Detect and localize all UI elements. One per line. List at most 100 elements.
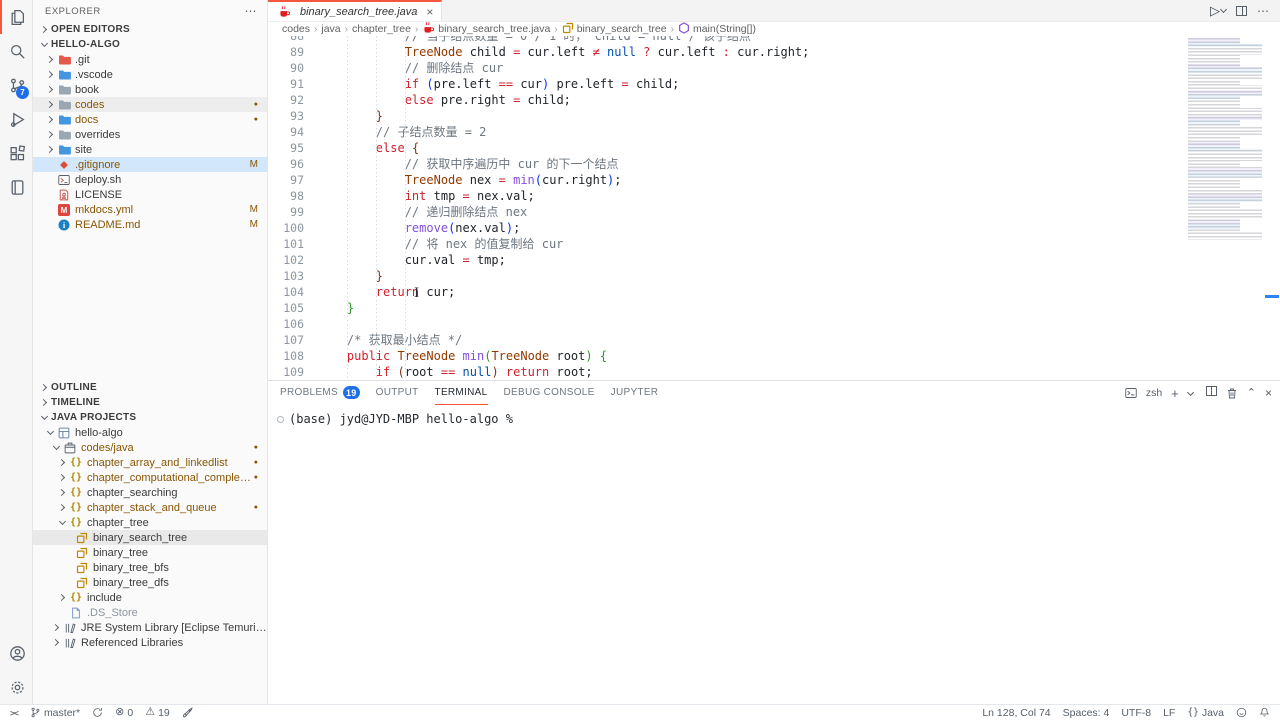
tree-item-hello-algo[interactable]: hello-algo	[33, 425, 267, 440]
tree-item-chapter-tree[interactable]: {}chapter_tree	[33, 515, 267, 530]
tree-item-chapter-computational-complexity[interactable]: {}chapter_computational_complexity●	[33, 470, 267, 485]
panel-tab-terminal[interactable]: TERMINAL	[435, 381, 488, 405]
code-line[interactable]: 97 TreeNode nex = min(cur.right);	[268, 172, 1280, 188]
tree-item-chapter-stack-and-queue[interactable]: {}chapter_stack_and_queue●	[33, 500, 267, 515]
split-terminal-icon[interactable]	[1206, 386, 1217, 396]
panel-tab-jupyter[interactable]: JUPYTER	[611, 381, 659, 405]
chevron-right-icon[interactable]	[44, 143, 57, 156]
chevron-down-icon[interactable]	[44, 426, 57, 439]
rocket-status[interactable]	[182, 707, 194, 719]
tree-item-binary-tree[interactable]: binary_tree	[33, 545, 267, 560]
run-dropdown-icon[interactable]	[1220, 6, 1227, 13]
code-line[interactable]: 107 /* 获取最小结点 */	[268, 332, 1280, 348]
breadcrumb-item[interactable]: binary_search_tree.java	[422, 21, 550, 37]
chevron-right-icon[interactable]	[56, 471, 69, 484]
code-line[interactable]: 94 // 子结点数量 = 2	[268, 124, 1280, 140]
code-line[interactable]: 99 // 递归删除结点 nex	[268, 204, 1280, 220]
extensions-icon[interactable]	[0, 136, 32, 170]
tree-item-overrides[interactable]: overrides	[33, 127, 267, 142]
tree-item-codes-java[interactable]: codes/java●	[33, 440, 267, 455]
breadcrumb-item[interactable]: main(String[])	[678, 22, 756, 37]
code-line[interactable]: 105 }	[268, 300, 1280, 316]
section-outline[interactable]: OUTLINE	[33, 380, 267, 395]
tab-binary-search-tree[interactable]: binary_search_tree.java ×	[268, 0, 442, 21]
chevron-right-icon[interactable]	[56, 486, 69, 499]
code-line[interactable]: 88 // 当子结点数量 = 0 / 1 时， child = null / 该…	[268, 36, 1280, 44]
chevron-right-icon[interactable]	[56, 501, 69, 514]
chevron-right-icon[interactable]	[44, 83, 57, 96]
bell-status[interactable]	[1259, 707, 1270, 718]
split-editor-icon[interactable]	[1236, 6, 1247, 16]
chevron-right-icon[interactable]	[56, 456, 69, 469]
panel-tab-debug-console[interactable]: DEBUG CONSOLE	[504, 381, 595, 405]
code-line[interactable]: 109 if (root == null) return root;	[268, 364, 1280, 380]
minimap[interactable]	[1188, 38, 1262, 240]
tree-item-include[interactable]: {}include	[33, 590, 267, 605]
section-timeline[interactable]: TIMELINE	[33, 395, 267, 410]
status-lf[interactable]: LF	[1163, 707, 1175, 719]
tree-item-mkdocs-yml[interactable]: Mmkdocs.ymlM	[33, 202, 267, 217]
code-line[interactable]: 101 // 将 nex 的值复制给 cur	[268, 236, 1280, 252]
tree-item-chapter-searching[interactable]: {}chapter_searching	[33, 485, 267, 500]
run-button[interactable]: ▷	[1210, 4, 1226, 17]
code-line[interactable]: 102 cur.val = tmp;	[268, 252, 1280, 268]
breadcrumb-item[interactable]: chapter_tree	[352, 23, 411, 35]
tree-item-site[interactable]: site	[33, 142, 267, 157]
chevron-right-icon[interactable]	[44, 68, 57, 81]
remote-status[interactable]: ><	[10, 708, 18, 718]
panel-tab-problems[interactable]: PROBLEMS19	[280, 381, 360, 405]
close-panel-icon[interactable]: ×	[1265, 386, 1272, 400]
code-line[interactable]: 92 else pre.right = child;	[268, 92, 1280, 108]
chevron-right-icon[interactable]	[50, 621, 63, 634]
tree-item-git[interactable]: .git	[33, 52, 267, 67]
tree-item-gitignore[interactable]: .gitignoreM	[33, 157, 267, 172]
status-spaces-4[interactable]: Spaces: 4	[1063, 707, 1110, 719]
code-line[interactable]: 108 public TreeNode min(TreeNode root) {	[268, 348, 1280, 364]
section-open-editors[interactable]: OPEN EDITORS	[33, 22, 267, 37]
code-line[interactable]: 100 remove(nex.val);	[268, 220, 1280, 236]
code-line[interactable]: 103 }	[268, 268, 1280, 284]
chevron-right-icon[interactable]	[38, 381, 51, 394]
breadcrumb-item[interactable]: java	[321, 23, 340, 35]
kill-terminal-icon[interactable]	[1226, 386, 1238, 400]
editor-more-actions-icon[interactable]: ⋯	[1257, 4, 1270, 18]
tree-item-binary-tree-dfs[interactable]: binary_tree_dfs	[33, 575, 267, 590]
code-editor[interactable]: 88 // 当子结点数量 = 0 / 1 时， child = null / 该…	[268, 36, 1280, 380]
chevron-right-icon[interactable]	[44, 53, 57, 66]
chevron-right-icon[interactable]	[56, 591, 69, 604]
code-line[interactable]: 98 int tmp = nex.val;	[268, 188, 1280, 204]
files-icon[interactable]	[0, 0, 32, 34]
shell-label[interactable]: zsh	[1146, 387, 1162, 399]
feedback-status[interactable]	[1236, 707, 1247, 718]
tree-item-binary-search-tree[interactable]: binary_search_tree	[33, 530, 267, 545]
chevron-down-icon[interactable]	[56, 516, 69, 529]
section-hello-algo[interactable]: HELLO-ALGO	[33, 37, 267, 52]
git-branch-status[interactable]: master*	[30, 707, 80, 719]
braces-status[interactable]: {}Java	[1187, 707, 1224, 719]
chevron-right-icon[interactable]	[38, 396, 51, 409]
tree-item-codes[interactable]: codes●	[33, 97, 267, 112]
chevron-down-icon[interactable]	[50, 441, 63, 454]
tree-item-chapter-array-and-linkedlist[interactable]: {}chapter_array_and_linkedlist●	[33, 455, 267, 470]
tree-item-binary-tree-bfs[interactable]: binary_tree_bfs	[33, 560, 267, 575]
code-line[interactable]: 93 }	[268, 108, 1280, 124]
tree-item-license[interactable]: LICENSE	[33, 187, 267, 202]
chevron-right-icon[interactable]	[44, 128, 57, 141]
chevron-right-icon[interactable]	[50, 636, 63, 649]
terminal[interactable]: (base) jyd@JYD-MBP hello-algo %	[268, 405, 1280, 704]
code-line[interactable]: 95 else {	[268, 140, 1280, 156]
sync-status[interactable]	[92, 707, 103, 718]
account-icon[interactable]	[0, 636, 32, 670]
section-java-projects[interactable]: JAVA PROJECTS	[33, 410, 267, 425]
error-status[interactable]: ⊗0	[115, 707, 133, 719]
settings-gear-icon[interactable]	[0, 670, 32, 704]
chevron-right-icon[interactable]	[44, 113, 57, 126]
tree-item-book[interactable]: book	[33, 82, 267, 97]
chevron-right-icon[interactable]	[38, 23, 51, 36]
chevron-down-icon[interactable]	[38, 411, 51, 424]
chevron-right-icon[interactable]	[44, 98, 57, 111]
code-line[interactable]: 89 TreeNode child = cur.left ≠ null ? cu…	[268, 44, 1280, 60]
tree-item-referenced-libraries[interactable]: Referenced Libraries	[33, 635, 267, 650]
run-debug-icon[interactable]	[0, 102, 32, 136]
notebook-icon[interactable]	[0, 170, 32, 204]
